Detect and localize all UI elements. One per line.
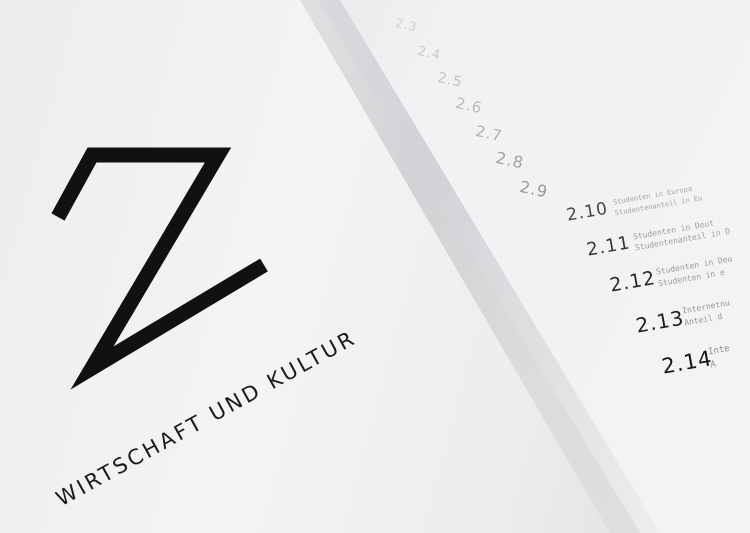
open-book-photo: WIRTSCHAFT UND KULTUR 2.3 2.4 2.5 2.6 2.7 2.8… (0, 0, 750, 533)
toc-entry-number: 2.8 (494, 148, 526, 173)
toc-entry-number: 2.4 (416, 43, 443, 64)
toc-entry-number: 2.14 (660, 346, 715, 379)
toc-entry-number: 2.9 (518, 177, 550, 202)
toc-entry-number: 2.12 (608, 266, 658, 297)
toc-entry-text: Studenten in Deut Studentenanteil in D (632, 215, 731, 253)
toc-entry-text: Studenten in Europa Studentenanteil in Eu (612, 182, 703, 219)
toc-entry: 2.6 (454, 93, 484, 117)
toc-entry: 2.3 (394, 12, 420, 35)
toc-entry-text: Inte A (707, 343, 733, 372)
toc-entry-number: 2.11 (585, 232, 633, 261)
table-of-contents: 2.3 2.4 2.5 2.6 2.7 2.8 2.9 2.10 Studenten in Eu… (0, 0, 750, 533)
toc-entry-line: A (709, 359, 717, 371)
toc-entry-text: Studenten in Deu Studenten in e (655, 253, 735, 290)
toc-entry: 2.8 (494, 148, 526, 173)
toc-entry: 2.4 (416, 40, 443, 64)
toc-entry: 2.13 Internetnu Anteil d (634, 298, 730, 338)
toc-entry-number: 2.6 (454, 93, 485, 118)
toc-entry: 2.14 Inte A (660, 344, 731, 379)
toc-entry-number: 2.13 (634, 305, 686, 338)
toc-entry: 2.11 Studenten in Deut Studentenanteil in … (585, 218, 731, 261)
toc-entry-number: 2.7 (474, 121, 505, 146)
toc-entry: 2.10 Studenten in Europa Studentenanteil i… (565, 185, 703, 226)
toc-entry-text: Internetnu Anteil d (681, 297, 733, 329)
toc-entry-number: 2.10 (565, 198, 610, 226)
toc-entry: 2.12 Studenten in Deu Studenten in e (608, 254, 733, 297)
toc-entry-number: 2.5 (436, 69, 465, 91)
toc-entry: 2.5 (436, 67, 465, 91)
toc-entry: 2.7 (474, 121, 504, 145)
toc-entry: 2.9 (518, 177, 550, 202)
toc-entry-number: 2.3 (394, 15, 419, 35)
